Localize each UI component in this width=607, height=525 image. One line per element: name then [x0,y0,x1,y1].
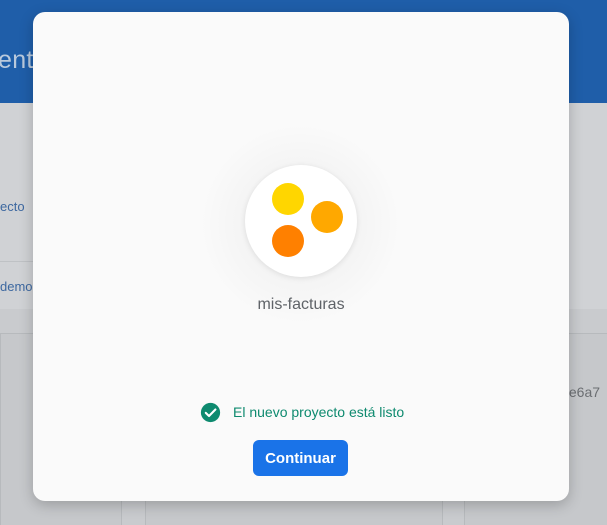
background-header-title: ent [0,46,34,74]
amber-dot-icon [311,201,343,233]
screen: ent ecto demo dad fe6a7 mis-facturas El … [0,0,607,525]
background-right-card [569,103,607,309]
project-ready-dialog: mis-facturas El nuevo proyecto está list… [33,12,569,501]
status-text: El nuevo proyecto está listo [233,404,405,420]
status-row: El nuevo proyecto está listo [200,401,404,423]
check-circle-icon [200,402,221,422]
background-card-subtitle: fe6a7 [565,384,601,400]
background-link-project: ecto [0,199,25,214]
continue-button[interactable]: Continuar [253,440,348,476]
yellow-dot-icon [272,183,304,215]
background-link-demo: demo [0,279,33,294]
project-logo [245,165,357,277]
project-name: mis-facturas [257,296,345,313]
orange-dot-icon [272,225,304,257]
